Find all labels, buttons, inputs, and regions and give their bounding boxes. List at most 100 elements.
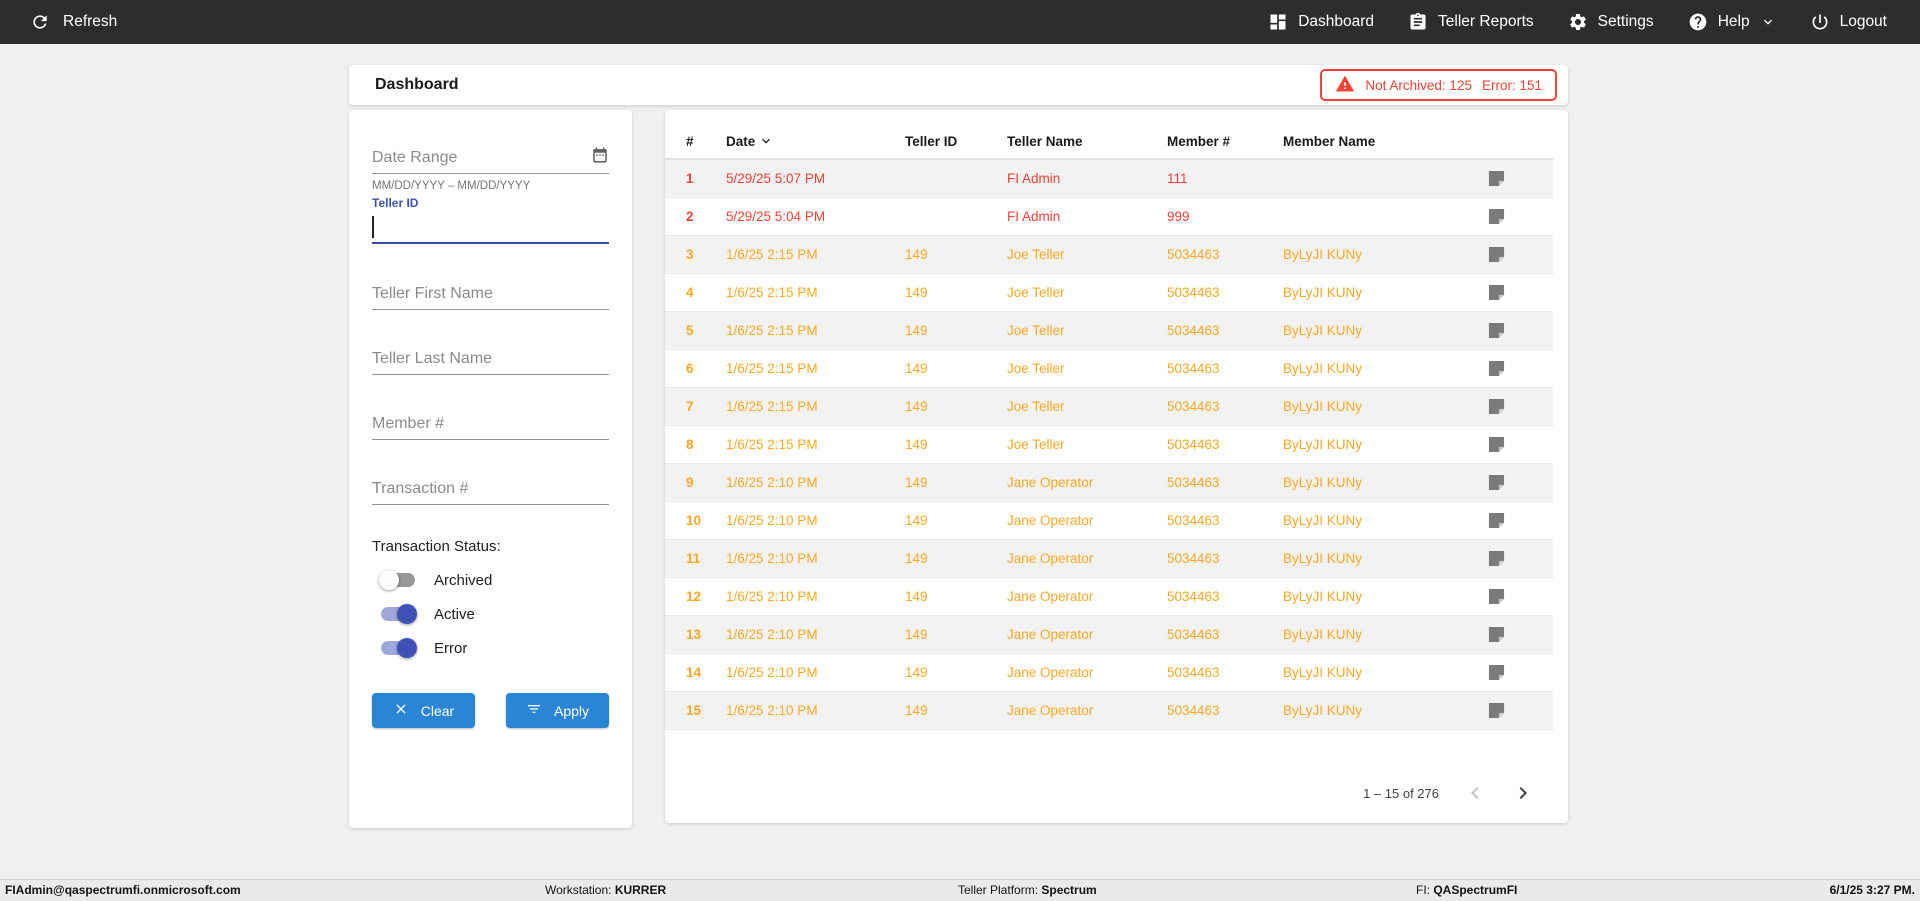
teller-last-name-input[interactable]: [372, 350, 609, 374]
nav-dashboard[interactable]: Dashboard: [1268, 12, 1374, 32]
transaction-number-input[interactable]: [372, 480, 609, 504]
teller-first-name-input[interactable]: [372, 285, 609, 309]
topbar: Refresh Dashboard Teller Reports Settings H…: [0, 0, 1920, 44]
cell-date: 1/6/25 2:10 PM: [726, 589, 818, 604]
table-row[interactable]: 15 1/6/25 2:10 PM 149 Jane Operator 5034463 B…: [665, 692, 1553, 730]
help-icon: [1688, 12, 1708, 32]
column-header-member-name[interactable]: Member Name: [1283, 134, 1488, 149]
cell-member-name: ByLyJI KUNy: [1283, 703, 1363, 718]
apply-button[interactable]: Apply: [506, 693, 609, 728]
note-icon[interactable]: [1488, 170, 1553, 187]
column-header-teller-id[interactable]: Teller ID: [905, 134, 1007, 149]
table-row[interactable]: 13 1/6/25 2:10 PM 149 Jane Operator 5034463 B…: [665, 616, 1553, 654]
cell-member-num: 5034463: [1167, 361, 1220, 376]
table-row[interactable]: 9 1/6/25 2:10 PM 149 Jane Operator 5034463 By…: [665, 464, 1553, 502]
clear-button[interactable]: Clear: [372, 693, 475, 728]
cell-member-num: 5034463: [1167, 513, 1220, 528]
cell-member-name: ByLyJI KUNy: [1283, 665, 1363, 680]
alert-error-count: Error: 151: [1481, 77, 1542, 93]
table-row[interactable]: 12 1/6/25 2:10 PM 149 Jane Operator 5034463 B…: [665, 578, 1553, 616]
toggle-label: Archived: [434, 571, 493, 589]
refresh-button[interactable]: Refresh: [30, 12, 117, 32]
toggle-error[interactable]: [379, 636, 417, 660]
column-header-num[interactable]: #: [686, 134, 726, 149]
cell-teller-id: 149: [905, 551, 928, 566]
note-icon[interactable]: [1488, 702, 1553, 719]
alert-not-archived: Not Archived: 125: [1365, 77, 1472, 93]
table-row[interactable]: 4 1/6/25 2:15 PM 149 Joe Teller 5034463 ByLyJ…: [665, 274, 1553, 312]
note-icon[interactable]: [1488, 360, 1553, 377]
table-row[interactable]: 8 1/6/25 2:15 PM 149 Joe Teller 5034463 ByLyJ…: [665, 426, 1553, 464]
cell-teller-id: 149: [905, 589, 928, 604]
table-row[interactable]: 3 1/6/25 2:15 PM 149 Joe Teller 5034463 ByLyJ…: [665, 236, 1553, 274]
settings-icon: [1568, 12, 1588, 32]
toggle-archived[interactable]: [379, 568, 417, 592]
note-icon[interactable]: [1488, 474, 1553, 491]
archive-error-alert[interactable]: Not Archived: 125 Error: 151: [1320, 69, 1557, 101]
nav-teller-reports[interactable]: Teller Reports: [1408, 12, 1534, 32]
teller-last-name-field: [372, 343, 609, 375]
cell-member-name: ByLyJI KUNy: [1283, 475, 1363, 490]
cell-num: 7: [686, 399, 694, 414]
column-header-teller-name[interactable]: Teller Name: [1007, 134, 1167, 149]
filter-icon: [526, 701, 542, 720]
table-header-row: # Date Teller ID Teller Name Member # Member …: [665, 124, 1553, 160]
member-number-input[interactable]: [372, 415, 609, 439]
cell-teller-name: Jane Operator: [1007, 665, 1094, 680]
cell-member-num: 111: [1167, 171, 1188, 186]
toggle-active[interactable]: [379, 602, 417, 626]
note-icon[interactable]: [1488, 322, 1553, 339]
table-row[interactable]: 5 1/6/25 2:15 PM 149 Joe Teller 5034463 ByLyJ…: [665, 312, 1553, 350]
note-icon[interactable]: [1488, 588, 1553, 605]
cell-teller-id: 149: [905, 475, 928, 490]
note-icon[interactable]: [1488, 398, 1553, 415]
note-icon[interactable]: [1488, 626, 1553, 643]
cell-teller-name: Joe Teller: [1007, 437, 1065, 452]
table-row[interactable]: 7 1/6/25 2:15 PM 149 Joe Teller 5034463 ByLyJ…: [665, 388, 1553, 426]
column-header-member-num[interactable]: Member #: [1167, 134, 1283, 149]
nav-help[interactable]: Help: [1688, 12, 1776, 32]
cell-member-num: 5034463: [1167, 551, 1220, 566]
date-range-format-hint: MM/DD/YYYY – MM/DD/YYYY: [372, 180, 531, 192]
cell-member-name: ByLyJI KUNy: [1283, 285, 1363, 300]
cell-num: 3: [686, 247, 694, 262]
cell-teller-name: Joe Teller: [1007, 247, 1065, 262]
teller-id-label: Teller ID: [372, 196, 419, 210]
nav-settings[interactable]: Settings: [1568, 12, 1654, 32]
cell-member-num: 5034463: [1167, 475, 1220, 490]
toggle-label: Error: [434, 639, 468, 657]
table-row[interactable]: 1 5/29/25 5:07 PM FI Admin 111: [665, 160, 1553, 198]
cell-teller-id: 149: [905, 399, 928, 414]
nav-label: Dashboard: [1298, 13, 1375, 30]
calendar-icon[interactable]: [591, 146, 609, 173]
note-icon[interactable]: [1488, 436, 1553, 453]
next-page-button[interactable]: [1511, 781, 1535, 805]
teller-id-input[interactable]: [372, 210, 609, 244]
workstation-info: Workstation: KURRER: [545, 883, 667, 897]
note-icon[interactable]: [1488, 208, 1553, 225]
toggle-row-archived: Archived: [379, 568, 609, 592]
cell-member-num: 5034463: [1167, 703, 1220, 718]
note-icon[interactable]: [1488, 512, 1553, 529]
cell-teller-name: Jane Operator: [1007, 551, 1094, 566]
cell-member-num: 5034463: [1167, 399, 1220, 414]
note-icon[interactable]: [1488, 664, 1553, 681]
note-icon[interactable]: [1488, 550, 1553, 567]
sort-desc-icon: [758, 133, 774, 149]
date-range-input[interactable]: [372, 149, 591, 173]
cell-teller-name: Jane Operator: [1007, 475, 1094, 490]
cell-date: 1/6/25 2:15 PM: [726, 323, 818, 338]
nav-label: Settings: [1597, 13, 1654, 30]
table-row[interactable]: 2 5/29/25 5:04 PM FI Admin 999: [665, 198, 1553, 236]
note-icon[interactable]: [1488, 246, 1553, 263]
nav-logout[interactable]: Logout: [1810, 12, 1887, 32]
table-row[interactable]: 14 1/6/25 2:10 PM 149 Jane Operator 5034463 B…: [665, 654, 1553, 692]
note-icon[interactable]: [1488, 284, 1553, 301]
cell-num: 6: [686, 361, 694, 376]
table-row[interactable]: 10 1/6/25 2:10 PM 149 Jane Operator 5034463 B…: [665, 502, 1553, 540]
column-header-date[interactable]: Date: [726, 133, 905, 149]
dashboard-icon: [1268, 12, 1288, 32]
table-row[interactable]: 6 1/6/25 2:15 PM 149 Joe Teller 5034463 ByLyJ…: [665, 350, 1553, 388]
table-row[interactable]: 11 1/6/25 2:10 PM 149 Jane Operator 5034463 B…: [665, 540, 1553, 578]
prev-page-button[interactable]: [1463, 781, 1487, 805]
